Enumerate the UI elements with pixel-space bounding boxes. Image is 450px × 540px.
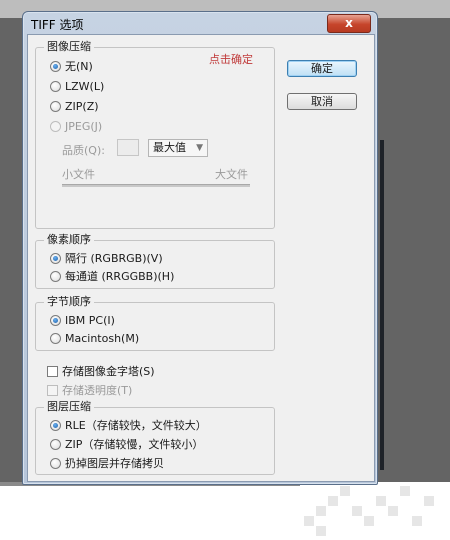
radio-label: 扔掉图层并存储拷贝 xyxy=(65,457,164,470)
close-button[interactable]: x xyxy=(327,14,371,33)
radio-indicator xyxy=(50,80,61,92)
click-ok-annotation: 点击确定 xyxy=(209,53,253,66)
title-bar[interactable]: TIFF 选项 x xyxy=(23,12,377,34)
ok-button[interactable]: 确定 xyxy=(287,60,357,77)
window-edge-shadow xyxy=(380,140,384,470)
checkbox-label: 存储透明度(T) xyxy=(62,384,133,397)
image-compression-group: 图像压缩 点击确定 无(N) LZW(L) ZIP(Z) JPEG(J) 品质(… xyxy=(35,40,275,229)
quality-select-value: 最大值 xyxy=(153,141,186,154)
quality-label: 品质(Q): xyxy=(62,144,105,157)
radio-label: 无(N) xyxy=(65,60,93,73)
radio-indicator xyxy=(50,270,61,282)
watermark-logo xyxy=(304,486,434,536)
checkbox-save-transparency[interactable]: 存储透明度(T) xyxy=(47,382,132,398)
radio-label: 每通道 (RRGGBB)(H) xyxy=(65,270,175,283)
tiff-options-dialog: TIFF 选项 x 图像压缩 点击确定 无(N) LZW(L) ZIP(Z) J… xyxy=(22,11,384,485)
radio-layer-discard[interactable]: 扔掉图层并存储拷贝 xyxy=(50,455,164,471)
radio-compression-lzw[interactable]: LZW(L) xyxy=(50,78,104,94)
small-file-label: 小文件 xyxy=(62,168,95,181)
image-compression-legend: 图像压缩 xyxy=(44,40,94,54)
radio-pixel-per-channel[interactable]: 每通道 (RRGGBB)(H) xyxy=(50,268,174,284)
radio-label: ZIP(Z) xyxy=(65,99,99,113)
large-file-label: 大文件 xyxy=(215,168,248,181)
radio-compression-zip[interactable]: ZIP(Z) xyxy=(50,98,99,114)
radio-label: 隔行 (RGBRGB)(V) xyxy=(65,252,163,265)
layer-compression-group: 图层压缩 RLE（存储较快，文件较大） ZIP（存储较慢，文件较小） 扔掉图层并… xyxy=(35,400,275,475)
radio-indicator xyxy=(50,457,61,469)
quality-select[interactable]: 最大值 ▼ xyxy=(148,139,208,157)
radio-label: Macintosh(M) xyxy=(65,331,140,345)
byte-order-group: 字节顺序 IBM PC(I) Macintosh(M) xyxy=(35,295,275,351)
checkbox-box xyxy=(47,365,58,377)
dialog-client-area: 图像压缩 点击确定 无(N) LZW(L) ZIP(Z) JPEG(J) 品质(… xyxy=(27,34,375,482)
checkbox-save-pyramid[interactable]: 存储图像金字塔(S) xyxy=(47,363,155,379)
radio-compression-none[interactable]: 无(N) xyxy=(50,58,93,74)
radio-label: JPEG(J) xyxy=(65,119,103,133)
radio-label: RLE（存储较快，文件较大） xyxy=(65,419,207,432)
pixel-order-legend: 像素顺序 xyxy=(44,233,94,247)
radio-selected-indicator xyxy=(50,252,61,264)
radio-indicator xyxy=(50,438,61,450)
radio-layer-rle[interactable]: RLE（存储较快，文件较大） xyxy=(50,417,207,433)
radio-indicator xyxy=(50,100,61,112)
checkbox-box xyxy=(47,384,58,396)
radio-label: LZW(L) xyxy=(65,79,105,93)
radio-indicator xyxy=(50,120,61,132)
byte-order-legend: 字节顺序 xyxy=(44,295,94,309)
radio-selected-indicator xyxy=(50,314,61,326)
radio-layer-zip[interactable]: ZIP（存储较慢，文件较小） xyxy=(50,436,203,452)
radio-byte-macintosh[interactable]: Macintosh(M) xyxy=(50,330,139,346)
close-icon: x xyxy=(345,16,353,30)
cancel-button[interactable]: 取消 xyxy=(287,93,357,110)
quality-input[interactable] xyxy=(117,139,139,156)
checkbox-label: 存储图像金字塔(S) xyxy=(62,365,155,378)
cancel-button-label: 取消 xyxy=(311,95,333,108)
radio-selected-indicator xyxy=(50,60,61,72)
quality-slider[interactable] xyxy=(62,184,250,187)
radio-label: IBM PC(I) xyxy=(65,313,115,327)
radio-pixel-interleaved[interactable]: 隔行 (RGBRGB)(V) xyxy=(50,250,163,266)
radio-compression-jpeg[interactable]: JPEG(J) xyxy=(50,118,102,134)
radio-indicator xyxy=(50,332,61,344)
radio-byte-ibm-pc[interactable]: IBM PC(I) xyxy=(50,312,115,328)
chevron-down-icon: ▼ xyxy=(196,143,203,153)
radio-selected-indicator xyxy=(50,419,61,431)
ok-button-label: 确定 xyxy=(311,62,333,75)
pixel-order-group: 像素顺序 隔行 (RGBRGB)(V) 每通道 (RRGGBB)(H) xyxy=(35,233,275,289)
radio-label: ZIP（存储较慢，文件较小） xyxy=(65,438,204,451)
dialog-title: TIFF 选项 xyxy=(31,18,84,32)
layer-compression-legend: 图层压缩 xyxy=(44,400,94,414)
